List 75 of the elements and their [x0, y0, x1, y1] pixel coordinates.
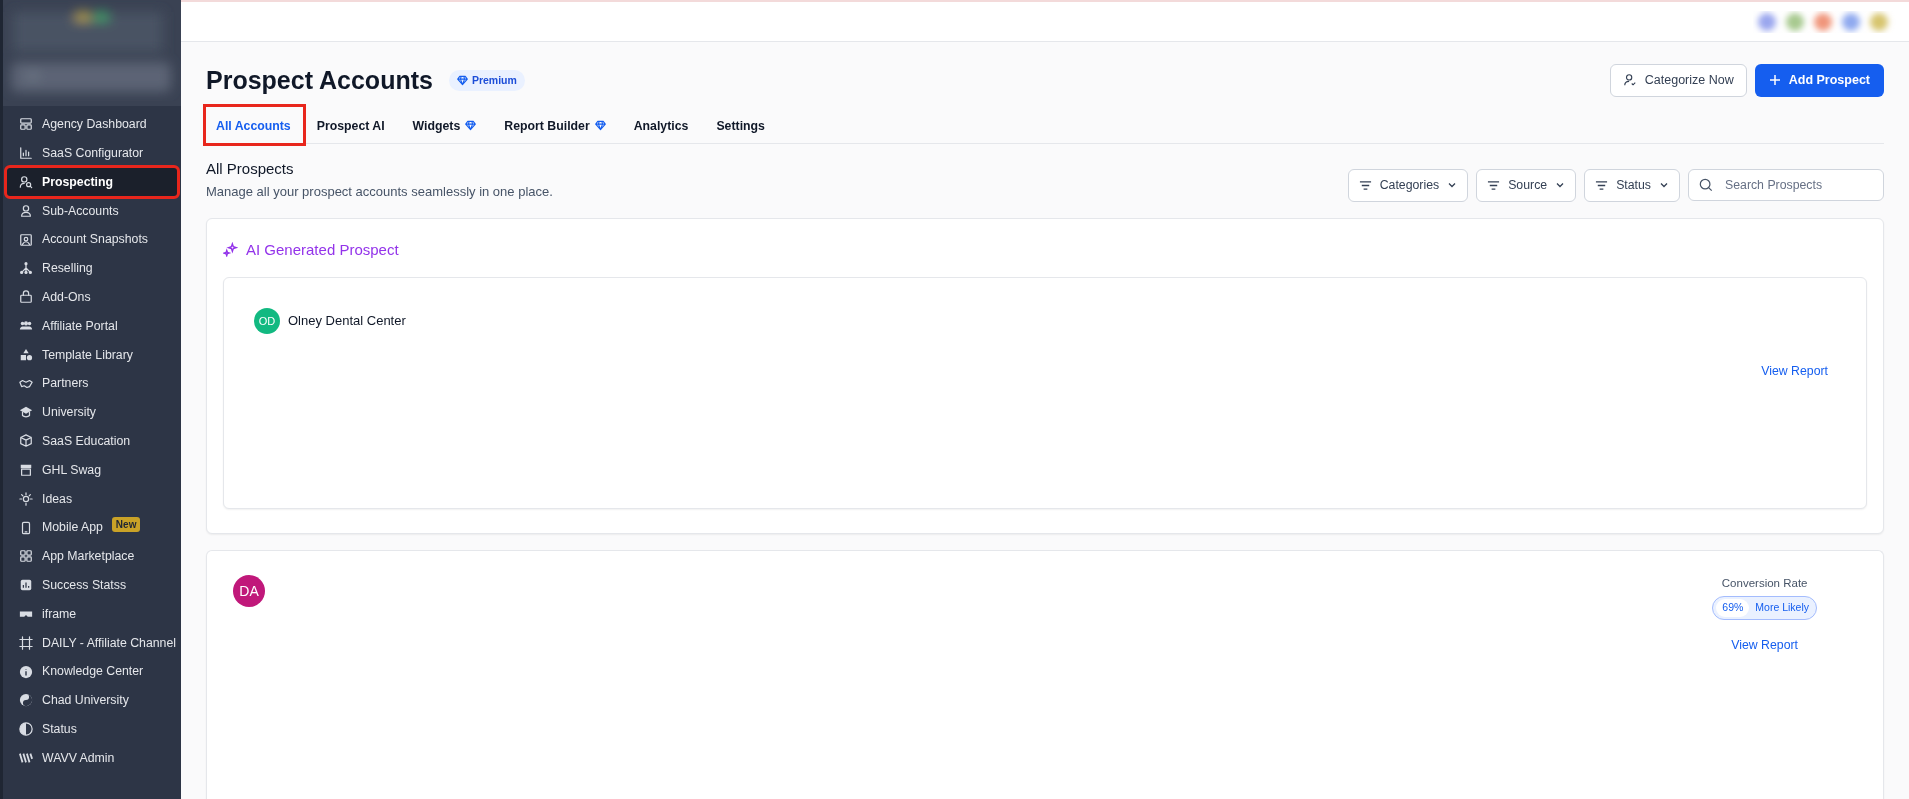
page-title: Prospect Accounts: [206, 65, 433, 96]
sidebar-item[interactable]: Add-Ons: [7, 282, 177, 312]
avatar: OD: [254, 308, 280, 335]
sidebar-item[interactable]: App Marketplace: [7, 541, 177, 571]
sidebar-item[interactable]: Partners: [7, 369, 177, 398]
sidebar-item[interactable]: Ideas: [7, 484, 177, 514]
ai-section-title: AI Generated Prospect: [246, 239, 399, 260]
sidebar-item[interactable]: Template Library: [7, 340, 177, 370]
half-circle-icon: [19, 722, 33, 737]
view-report-link[interactable]: View Report: [1731, 636, 1799, 655]
user-search-icon: [19, 175, 33, 189]
image-icon: [19, 232, 33, 247]
sidebar-item[interactable]: University: [7, 397, 177, 427]
user-icon: [19, 203, 33, 218]
section-title: All Prospects: [206, 160, 295, 179]
prospect-name: Olney Dental Center: [288, 312, 406, 331]
shapes-icon: [19, 347, 33, 362]
sidebar-item[interactable]: Prospecting: [7, 167, 177, 197]
filter-dropdown[interactable]: Categories: [1347, 169, 1469, 202]
likelihood-text: More Likely: [1755, 600, 1810, 616]
view-report-link[interactable]: View Report: [1761, 362, 1828, 381]
filter-dropdown[interactable]: Source: [1476, 169, 1577, 202]
cube-icon: [19, 434, 33, 449]
user-check-icon: [1622, 73, 1637, 88]
sidebar-item[interactable]: Knowledge Center: [7, 657, 177, 686]
diamond-icon: [456, 74, 468, 86]
bar-chart-icon: [19, 578, 33, 593]
categorize-button[interactable]: Categorize Now: [1609, 64, 1747, 97]
new-badge: New: [111, 517, 141, 533]
sidebar-item[interactable]: Agency Dashboard: [7, 110, 177, 139]
tab[interactable]: Prospect AI: [302, 106, 399, 144]
info-icon: [19, 664, 33, 679]
filter-icon: [1487, 178, 1501, 192]
tab[interactable]: Report Builder: [490, 106, 620, 144]
sidebar-item[interactable]: iframe: [7, 599, 177, 629]
sidebar-item[interactable]: Success Statss: [7, 570, 177, 600]
tab[interactable]: All Accounts: [206, 106, 303, 144]
dashboard-icon: [19, 117, 33, 132]
graduation-cap-icon: [19, 405, 33, 420]
hierarchy-icon: [19, 261, 33, 276]
phone-icon: [19, 520, 33, 535]
sidebar-item[interactable]: Sub-Accounts: [7, 196, 177, 226]
filter-dropdown[interactable]: Status: [1584, 169, 1680, 202]
yin-yang-icon: [19, 693, 33, 708]
sidebar-item[interactable]: Reselling: [7, 254, 177, 283]
section-subtitle: Manage all your prospect accounts seamlessly in one place.: [206, 183, 553, 202]
sidebar-item[interactable]: GHL Swag: [7, 455, 177, 485]
sidebar-item[interactable]: Mobile App New: [7, 513, 177, 542]
percent-value: 69%: [1716, 599, 1750, 618]
tab[interactable]: Widgets: [398, 106, 491, 144]
metric-label: Conversion Rate: [1721, 576, 1808, 592]
avatar: DA: [233, 575, 265, 608]
grid-icon: [19, 549, 33, 564]
bag-icon: [19, 290, 33, 305]
sidebar-item[interactable]: Status: [7, 714, 177, 744]
store-icon: [19, 462, 33, 477]
add-prospect-button[interactable]: Add Prospect: [1754, 64, 1884, 97]
sidebar-item[interactable]: DAILY - Affiliate Channel: [7, 628, 177, 658]
sidebar-item[interactable]: Affiliate Portal: [7, 311, 177, 341]
sidebar-item[interactable]: WAVV Admin: [7, 743, 177, 773]
filter-icon: [1358, 178, 1372, 192]
sidebar-item[interactable]: Chad University: [7, 685, 177, 715]
premium-badge: Premium: [448, 69, 525, 92]
search-field[interactable]: Search Prospects: [1688, 169, 1884, 202]
filter-icon: [1595, 178, 1609, 192]
plus-icon: [1768, 74, 1781, 87]
tab[interactable]: Analytics: [619, 106, 703, 144]
tab[interactable]: Settings: [702, 106, 779, 144]
sidebar-item[interactable]: SaaS Education: [7, 426, 177, 456]
stripes-icon: [19, 750, 33, 765]
lightbulb-icon: [19, 491, 33, 506]
chart-icon: [19, 146, 33, 161]
sparkle-icon: [223, 242, 238, 258]
sidebar-item[interactable]: SaaS Configurator: [7, 138, 177, 168]
sidebar-item[interactable]: Account Snapshots: [7, 225, 177, 254]
